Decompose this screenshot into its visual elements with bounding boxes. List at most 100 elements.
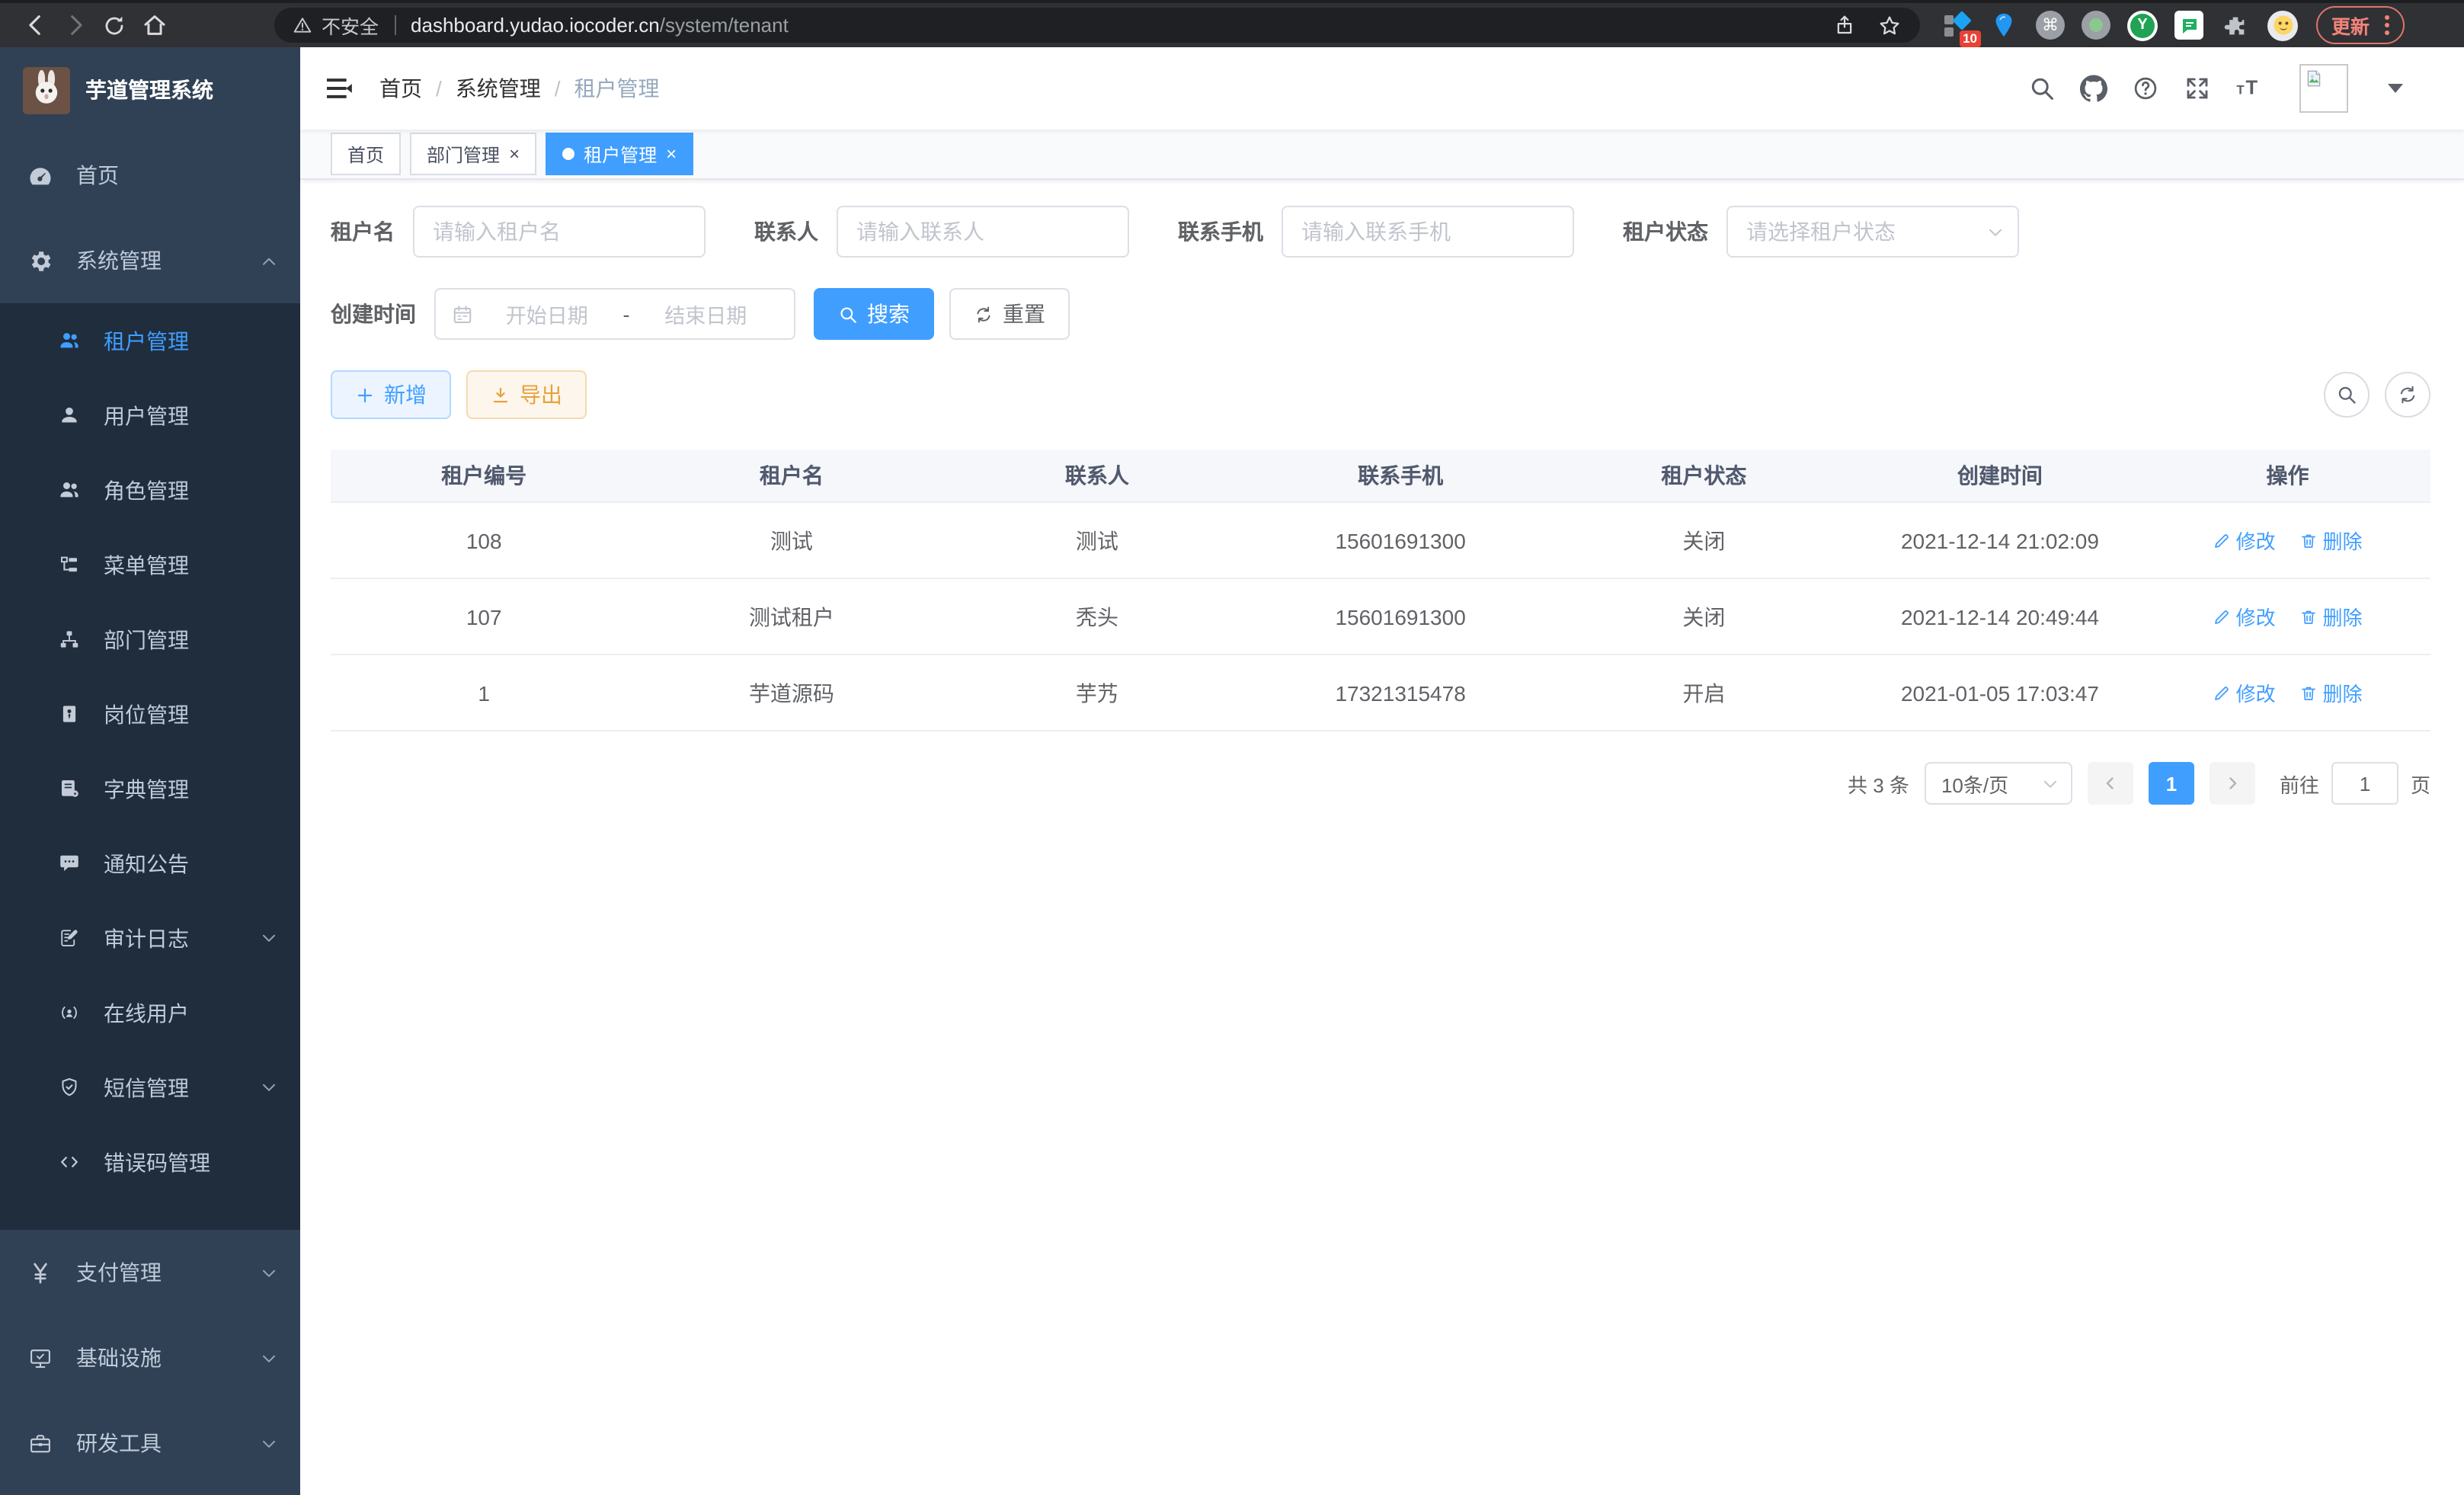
sidebar-item-dev-tools[interactable]: 研发工具	[0, 1401, 300, 1486]
chevron-down-icon	[259, 1433, 279, 1453]
status-label: 租户状态	[1623, 216, 1708, 247]
font-size-icon[interactable]: TT	[2235, 75, 2263, 102]
sidebar-item-user[interactable]: 用户管理	[0, 378, 300, 453]
tab-dept[interactable]: 部门管理	[410, 133, 536, 175]
address-bar[interactable]: 不安全 dashboard.yudao.iocoder.cn/system/te…	[274, 8, 1920, 43]
tenant-name-input[interactable]	[413, 206, 706, 258]
avatar-caret-icon[interactable]	[2388, 84, 2403, 93]
phone-input[interactable]	[1282, 206, 1574, 258]
sidebar-item-notice[interactable]: 通知公告	[0, 826, 300, 901]
sidebar-item-role[interactable]: 角色管理	[0, 453, 300, 527]
export-button[interactable]: 导出	[466, 370, 587, 419]
fullscreen-icon[interactable]	[2184, 75, 2211, 102]
breadcrumb-system[interactable]: 系统管理	[456, 73, 541, 104]
user-avatar[interactable]	[2299, 64, 2348, 113]
page-size-select[interactable]: 10条/页	[1925, 762, 2072, 805]
extension-dot-icon[interactable]	[2082, 11, 2110, 40]
extension-chat-icon[interactable]	[2174, 11, 2203, 40]
extension-grid-icon[interactable]: 10	[1941, 10, 1972, 40]
edit-label: 修改	[2236, 678, 2276, 707]
contact-label: 联系人	[754, 216, 818, 247]
goto-page-input[interactable]	[2331, 762, 2398, 805]
site-security-chip[interactable]: 不安全	[293, 11, 379, 40]
browser-reload-button[interactable]	[94, 5, 134, 45]
delete-button[interactable]: 删除	[2299, 526, 2362, 555]
delete-label: 删除	[2322, 678, 2362, 707]
extension-pin-icon[interactable]	[1989, 10, 2019, 40]
extension-command-icon[interactable]: ⌘	[2036, 11, 2065, 40]
prev-page-button[interactable]	[2088, 762, 2133, 805]
browser-forward-button[interactable]	[55, 5, 94, 45]
toggle-search-button[interactable]	[2324, 372, 2370, 418]
extensions-puzzle-icon[interactable]	[2220, 10, 2251, 40]
sidebar-item-post[interactable]: 岗位管理	[0, 677, 300, 751]
edit-button[interactable]: 修改	[2213, 526, 2276, 555]
breadcrumb-home[interactable]: 首页	[379, 73, 422, 104]
sidebar-item-tenant[interactable]: 租户管理	[0, 303, 300, 378]
sidebar-item-error-code[interactable]: 错误码管理	[0, 1125, 300, 1199]
sidebar-collapse-icon[interactable]	[325, 73, 355, 104]
chevron-down-icon	[259, 1348, 279, 1368]
tab-tenant[interactable]: 租户管理	[546, 133, 693, 175]
delete-button[interactable]: 删除	[2299, 678, 2362, 707]
sidebar-item-sms[interactable]: 短信管理	[0, 1050, 300, 1125]
help-icon[interactable]	[2132, 75, 2159, 102]
contact-input[interactable]	[837, 206, 1129, 258]
cell-tenant-name: 测试	[637, 502, 946, 578]
sidebar-item-online-user[interactable]: 在线用户	[0, 975, 300, 1050]
sidebar-item-dept[interactable]: 部门管理	[0, 602, 300, 677]
update-label: 更新	[2331, 11, 2370, 40]
next-page-button[interactable]	[2210, 762, 2255, 805]
edit-button[interactable]: 修改	[2213, 678, 2276, 707]
tab-home[interactable]: 首页	[331, 133, 401, 175]
refresh-table-button[interactable]	[2385, 372, 2430, 418]
sidebar-item-label: 字典管理	[104, 773, 189, 804]
sidebar-item-system[interactable]: 系统管理	[0, 218, 300, 303]
tab-close-icon[interactable]	[666, 143, 677, 165]
security-label: 不安全	[322, 11, 379, 40]
url-text[interactable]: dashboard.yudao.iocoder.cn/system/tenant	[411, 14, 1833, 37]
status-select[interactable]: 请选择租户状态	[1726, 206, 2019, 258]
github-icon[interactable]	[2080, 75, 2107, 102]
extension-y-icon[interactable]: Y	[2127, 10, 2158, 40]
edit-pencil-icon	[2213, 531, 2232, 549]
edit-pencil-icon	[2213, 607, 2232, 626]
tenant-name-label: 租户名	[331, 216, 395, 247]
sidebar-item-menu[interactable]: 菜单管理	[0, 527, 300, 602]
navbar-actions: TT	[2028, 64, 2440, 113]
add-button[interactable]: 新增	[331, 370, 451, 419]
browser-home-button[interactable]	[134, 5, 174, 45]
sidebar-item-label: 审计日志	[104, 923, 189, 953]
sidebar-item-home[interactable]: 首页	[0, 133, 300, 218]
sidebar-item-dict[interactable]: 字典管理	[0, 751, 300, 826]
url-path: /system/tenant	[660, 14, 789, 37]
delete-label: 删除	[2322, 526, 2362, 555]
browser-update-button[interactable]: 更新	[2316, 6, 2405, 44]
chevron-down-icon	[259, 928, 279, 948]
create-time-range-picker[interactable]: 开始日期 - 结束日期	[434, 288, 795, 340]
reset-button[interactable]: 重置	[949, 288, 1070, 340]
search-button[interactable]: 搜索	[814, 288, 934, 340]
share-icon[interactable]	[1833, 14, 1856, 37]
app-logo-row[interactable]: 芋道管理系统	[0, 47, 300, 133]
audit-log-icon	[58, 927, 81, 949]
profile-avatar-icon[interactable]	[2267, 10, 2298, 40]
roles-icon	[58, 479, 81, 501]
user-icon	[58, 404, 81, 427]
edit-button[interactable]: 修改	[2213, 602, 2276, 631]
tab-close-icon[interactable]	[509, 143, 520, 165]
page-number-1[interactable]: 1	[2149, 762, 2194, 805]
post-badge-icon	[58, 703, 81, 725]
refresh-icon	[2397, 384, 2418, 405]
browser-menu-icon[interactable]	[2385, 15, 2389, 35]
sidebar-item-audit-log[interactable]: 审计日志	[0, 901, 300, 975]
header-search-icon[interactable]	[2028, 75, 2056, 102]
extension-badge: 10	[1959, 30, 1981, 46]
sidebar-item-infrastructure[interactable]: 基础设施	[0, 1315, 300, 1401]
sidebar-item-payment[interactable]: 支付管理	[0, 1230, 300, 1315]
browser-back-button[interactable]	[15, 5, 55, 45]
phone-label: 联系手机	[1178, 216, 1263, 247]
delete-button[interactable]: 删除	[2299, 602, 2362, 631]
search-button-label: 搜索	[867, 299, 910, 329]
bookmark-star-icon[interactable]	[1877, 13, 1902, 37]
